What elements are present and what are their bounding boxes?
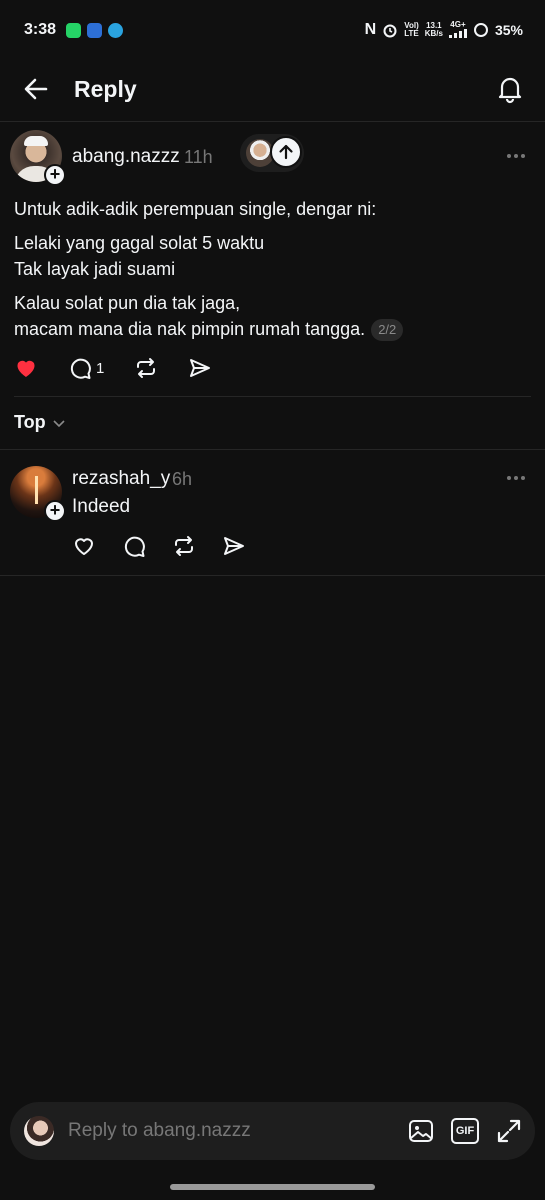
expand-icon[interactable] xyxy=(495,1117,523,1145)
reply-timestamp: 6h xyxy=(172,469,193,489)
repost-icon xyxy=(175,536,193,556)
reply-text: Indeed xyxy=(72,496,131,517)
page-indicator-badge: 2/2 xyxy=(371,319,404,342)
back-arrow-icon[interactable] xyxy=(20,73,52,105)
volte-indicator: Vol) LTE xyxy=(404,21,419,38)
like-button[interactable] xyxy=(72,534,96,558)
more-options-icon[interactable] xyxy=(504,466,528,490)
avatar xyxy=(24,1116,54,1146)
page-title: Reply xyxy=(74,75,137,102)
repost-icon xyxy=(137,358,156,378)
reply-button[interactable]: 1 xyxy=(68,356,104,380)
battery-level: 35% xyxy=(494,22,523,38)
post-timestamp: 11h xyxy=(184,147,213,167)
send-icon xyxy=(224,537,244,555)
post-divider xyxy=(14,396,531,397)
post-paragraph: Lelaki yang gagal solat 5 waktu Tak layak… xyxy=(14,233,265,279)
gif-button[interactable]: GIF xyxy=(451,1118,479,1144)
gif-label: GIF xyxy=(455,1125,475,1137)
reply-composer: Reply to abang.nazzz GIF xyxy=(10,1102,535,1160)
reply-button[interactable] xyxy=(122,534,146,558)
network-speed: 13.1 KB/s xyxy=(424,21,443,38)
comment-icon xyxy=(124,536,145,557)
reply-username[interactable]: rezashah_y xyxy=(72,468,170,490)
status-bar: 3:38 N Vol) LTE 13.1 KB/s 4G+ 35% xyxy=(0,0,545,60)
post-username[interactable]: abang.nazzz xyxy=(72,146,180,168)
follow-plus-button[interactable]: + xyxy=(44,164,66,186)
header-divider xyxy=(0,121,545,122)
post-paragraph: Untuk adik-adik perempuan single, dengar… xyxy=(14,199,377,219)
whatsapp-icon xyxy=(66,22,82,38)
post-body: Untuk adik-adik perempuan single, dengar… xyxy=(14,196,529,350)
post-actions: 1 xyxy=(14,356,212,380)
chevron-down-icon xyxy=(53,419,65,427)
reply-divider xyxy=(0,575,545,576)
top-app-bar: Reply xyxy=(0,60,545,118)
app-notification-icon xyxy=(87,22,103,38)
like-button[interactable] xyxy=(14,356,38,380)
signal-bars-icon xyxy=(448,28,467,38)
signal-indicator: 4G+ xyxy=(448,20,467,40)
sort-label: Top xyxy=(14,412,46,432)
bell-icon[interactable] xyxy=(495,74,525,104)
reply-actions xyxy=(72,534,246,558)
repost-button[interactable] xyxy=(134,356,158,380)
telegram-icon xyxy=(108,22,124,38)
home-indicator[interactable] xyxy=(170,1184,375,1190)
image-icon[interactable] xyxy=(407,1117,435,1145)
heart-filled-icon xyxy=(17,360,35,377)
heart-icon xyxy=(75,538,93,555)
more-options-icon[interactable] xyxy=(504,144,528,168)
arrow-up-icon[interactable] xyxy=(270,136,302,168)
comment-icon xyxy=(70,358,91,379)
status-time: 3:38 xyxy=(24,21,57,38)
sort-divider xyxy=(0,449,545,450)
sort-dropdown[interactable]: Top xyxy=(14,412,66,433)
follow-plus-button[interactable]: + xyxy=(44,500,66,522)
battery-icon xyxy=(473,23,488,37)
post-paragraph: Kalau solat pun dia tak jaga, macam mana … xyxy=(14,290,529,342)
thread-navigation-pill[interactable] xyxy=(240,134,304,172)
nfc-icon: N xyxy=(364,21,377,38)
repost-button[interactable] xyxy=(172,534,196,558)
send-icon xyxy=(190,359,211,377)
share-button[interactable] xyxy=(188,356,212,380)
reply-count: 1 xyxy=(96,359,105,377)
alarm-icon xyxy=(383,24,397,38)
reply-input[interactable]: Reply to abang.nazzz xyxy=(68,1120,251,1142)
share-button[interactable] xyxy=(222,534,246,558)
